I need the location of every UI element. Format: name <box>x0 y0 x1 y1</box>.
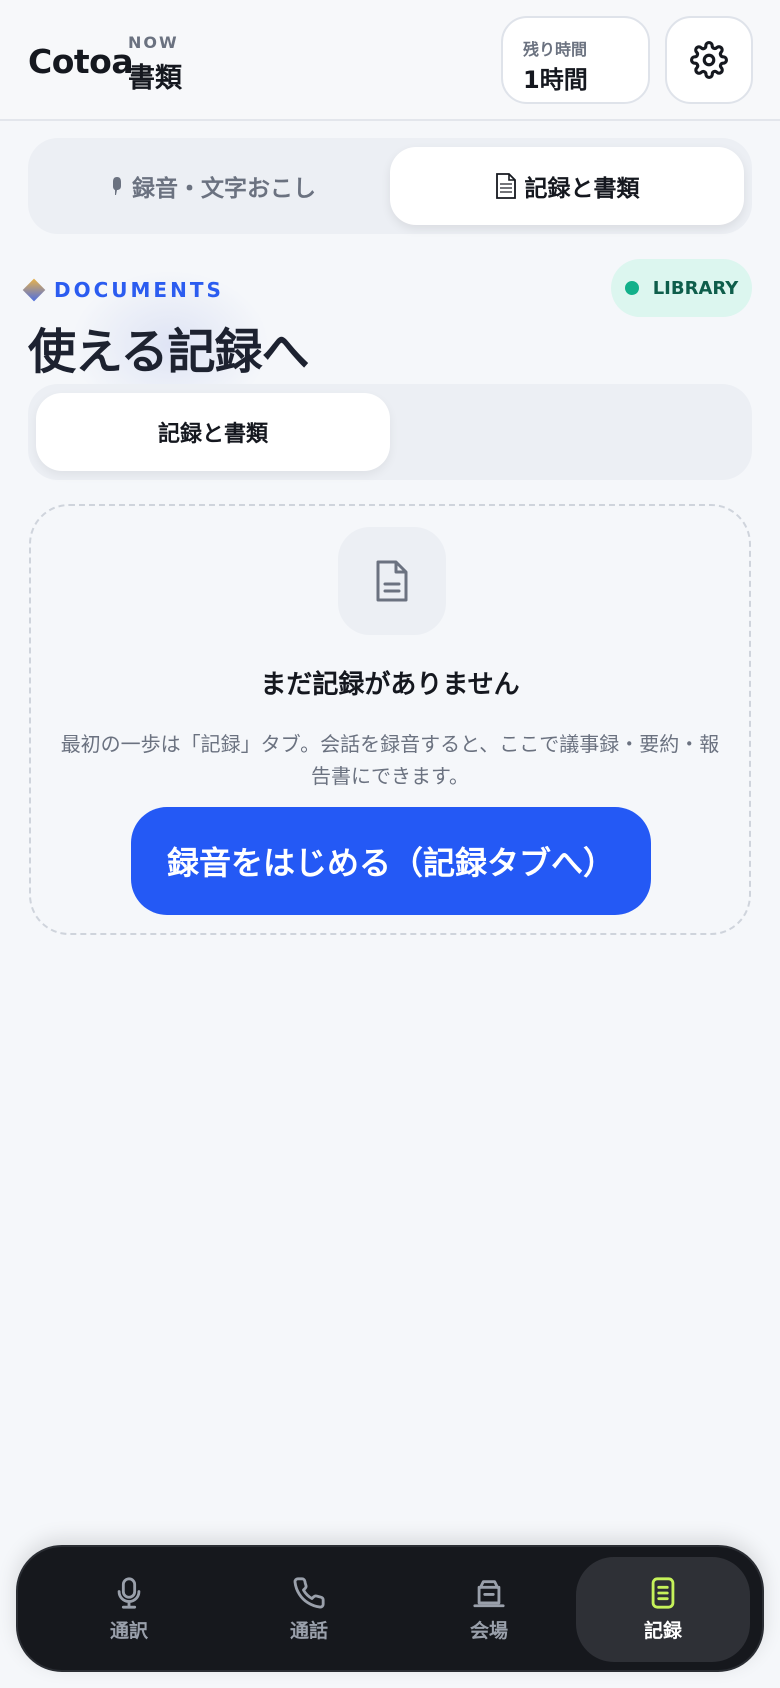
nav-label: 記録 <box>643 1620 682 1642</box>
gear-icon <box>690 41 728 79</box>
empty-state-card: まだ記録がありません 最初の一歩は「記録」タブ。会話を録音すると、ここで議事録・… <box>29 504 751 935</box>
document-icon <box>495 173 516 199</box>
mic-icon <box>117 1577 141 1609</box>
nav-item-interpret[interactable]: 通訳 <box>42 1557 216 1662</box>
diamond-icon <box>22 278 46 302</box>
nav-label: 通話 <box>289 1620 328 1642</box>
subtab-records-documents[interactable]: 記録と書類 <box>36 393 390 471</box>
remaining-time-label: 残り時間 <box>523 40 588 59</box>
remaining-time-box[interactable]: 残り時間 1時間 <box>501 16 650 104</box>
phone-icon <box>293 1577 325 1609</box>
now-label: NOW <box>128 33 179 52</box>
venue-icon <box>473 1580 505 1608</box>
sub-segmented-control: 記録と書類 <box>28 384 752 480</box>
bottom-nav: 通訳 通話 会場 記録 <box>16 1545 764 1672</box>
mode-segmented-control: 録音・文字おこし 記録と書類 <box>28 138 752 234</box>
empty-state-icon-badge <box>338 527 446 635</box>
brand-logo: Cotoa <box>28 42 134 81</box>
library-badge: LIBRARY <box>611 259 752 317</box>
page-title: 使える記録へ <box>28 324 310 380</box>
mic-icon <box>113 177 121 195</box>
nav-item-venue[interactable]: 会場 <box>402 1557 576 1662</box>
app-header: Cotoa NOW 書類 残り時間 1時間 <box>0 0 780 121</box>
nav-item-records[interactable]: 記録 <box>576 1557 750 1662</box>
eyebrow-label: DOCUMENTS <box>54 278 224 302</box>
tab-recording[interactable]: 録音・文字おこし <box>36 147 390 225</box>
tab-records-documents[interactable]: 記録と書類 <box>390 147 744 225</box>
empty-state-description: 最初の一歩は「記録」タブ。会話を録音すると、ここで議事録・要約・報告書にできます… <box>60 732 720 788</box>
nav-label: 会場 <box>469 1620 508 1642</box>
section-eyebrow: DOCUMENTS <box>22 278 224 302</box>
nav-item-call[interactable]: 通話 <box>222 1557 396 1662</box>
notes-icon <box>651 1577 675 1609</box>
nav-label: 通訳 <box>109 1620 148 1642</box>
library-badge-label: LIBRARY <box>652 277 739 299</box>
tab-records-label: 記録と書類 <box>524 176 640 202</box>
status-dot-icon <box>624 281 639 295</box>
settings-button[interactable] <box>665 16 753 104</box>
remaining-time-value: 1時間 <box>523 66 588 94</box>
start-recording-button[interactable]: 録音をはじめる（記録タブへ） <box>131 807 651 915</box>
document-icon <box>376 560 408 602</box>
current-section: 書類 <box>128 63 182 94</box>
empty-state-title: まだ記録がありません <box>260 670 520 700</box>
tab-recording-label: 録音・文字おこし <box>132 176 316 202</box>
